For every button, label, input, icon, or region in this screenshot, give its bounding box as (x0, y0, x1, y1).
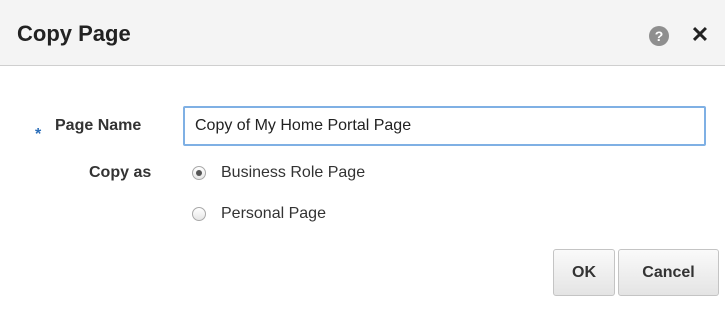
page-name-label: Page Name (55, 117, 142, 134)
page-name-input[interactable] (183, 106, 706, 146)
copy-page-dialog: Copy Page ? ✕ * Page Name Copy as Busine… (0, 0, 725, 314)
copy-as-label: Copy as (89, 164, 152, 181)
radio-label-personal-page[interactable]: Personal Page (221, 204, 326, 224)
ok-button[interactable]: OK (553, 249, 615, 296)
required-marker: * (35, 126, 42, 143)
cancel-button[interactable]: Cancel (618, 249, 719, 296)
help-icon[interactable]: ? (649, 26, 669, 46)
radio-option-personal-page[interactable]: Personal Page (192, 203, 326, 225)
dialog-title-bar: Copy Page ? ✕ (0, 0, 725, 66)
radio-button-personal-page[interactable] (192, 207, 206, 221)
radio-label-business-role-page[interactable]: Business Role Page (221, 163, 365, 183)
dialog-title: Copy Page (17, 21, 131, 46)
close-icon[interactable]: ✕ (689, 23, 711, 47)
radio-option-business-role-page[interactable]: Business Role Page (192, 162, 365, 184)
radio-button-business-role-page[interactable] (192, 166, 206, 180)
